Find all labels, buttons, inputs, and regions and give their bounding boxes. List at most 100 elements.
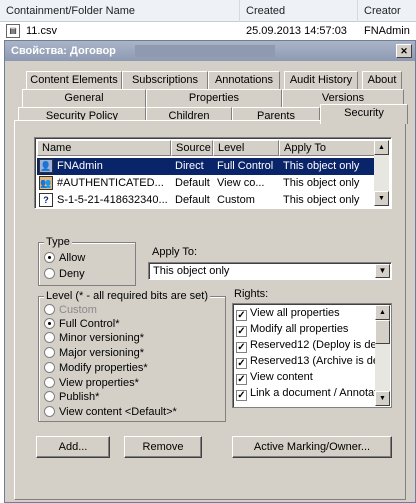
radio-icon — [44, 362, 55, 373]
permission-source: Direct — [175, 160, 204, 172]
permission-apply-to: This object only — [283, 194, 360, 206]
right-checkbox[interactable]: ✓ Reserved13 (Archive is dep — [236, 353, 385, 369]
scroll-up-icon[interactable]: ▲ — [374, 140, 389, 155]
right-label: Reserved12 (Deploy is dep — [250, 339, 383, 351]
rights-scrollbar[interactable]: ▲ ▼ — [375, 305, 390, 406]
background-list-row[interactable]: ▤ 11.csv 25.09.2013 14:57:03 FNAdmin — [0, 22, 416, 40]
radio-icon — [44, 268, 55, 279]
list-scrollbar[interactable]: ▲ ▼ — [374, 140, 389, 206]
level-option-label: Full Control* — [59, 318, 120, 330]
level-option-label: View content <Default>* — [59, 406, 177, 418]
level-option-label: Publish* — [59, 391, 100, 403]
type-group-label: Type — [44, 236, 72, 248]
tab-security[interactable]: Security — [320, 104, 408, 124]
chevron-down-icon[interactable]: ▼ — [375, 264, 390, 278]
apply-to-label: Apply To: — [152, 246, 198, 258]
radio-icon — [44, 406, 55, 417]
permission-row[interactable]: 👥 #AUTHENTICATED... Default View co... T… — [37, 175, 375, 192]
apply-to-value: This object only — [153, 265, 230, 277]
checkbox-checked-icon: ✓ — [236, 310, 247, 321]
level-radio-publish[interactable]: Publish* — [44, 390, 99, 404]
active-marking-owner-button[interactable]: Active Marking/Owner... — [232, 436, 392, 458]
level-radio-minor-versioning[interactable]: Minor versioning* — [44, 331, 144, 345]
right-label: Link a document / Annotat — [250, 387, 378, 399]
allow-label: Allow — [59, 252, 86, 264]
level-radio-modify-properties[interactable]: Modify properties* — [44, 361, 148, 375]
checkbox-checked-icon: ✓ — [236, 390, 247, 401]
rights-list[interactable]: ✓ View all properties ✓ Modify all propert… — [232, 303, 392, 408]
file-name: 11.csv — [26, 25, 57, 37]
scroll-down-icon[interactable]: ▼ — [374, 191, 389, 206]
right-checkbox[interactable]: ✓ View all properties — [236, 305, 340, 321]
permission-level: View co... — [217, 177, 265, 189]
right-checkbox[interactable]: ✓ Reserved12 (Deploy is dep — [236, 337, 383, 353]
remove-button[interactable]: Remove — [124, 436, 202, 458]
permission-row[interactable]: 👤 FNAdmin Direct Full Control This objec… — [37, 158, 375, 175]
column-header-name[interactable]: Name — [37, 140, 171, 156]
radio-icon — [44, 391, 55, 402]
radio-icon — [44, 377, 55, 388]
level-option-label: View properties* — [59, 377, 139, 389]
level-radio-view-content[interactable]: View content <Default>* — [44, 405, 177, 419]
column-header-level[interactable]: Level — [213, 140, 279, 156]
permission-source: Default — [175, 194, 210, 206]
add-button[interactable]: Add... — [36, 436, 110, 458]
tab-about[interactable]: About — [362, 71, 402, 89]
level-radio-view-properties[interactable]: View properties* — [44, 376, 139, 390]
tab-subscriptions[interactable]: Subscriptions — [122, 71, 208, 89]
radio-selected-icon — [44, 318, 55, 329]
apply-to-select[interactable]: This object only ▼ — [148, 262, 392, 280]
allow-radio[interactable]: Allow — [44, 251, 85, 265]
permission-apply-to: This object only — [283, 160, 360, 172]
permission-row[interactable]: ? S-1-5-21-418632340... Default Custom T… — [37, 192, 375, 208]
column-header-creator[interactable]: Creator — [358, 0, 416, 22]
close-icon[interactable]: ✕ — [396, 44, 412, 58]
column-header-source[interactable]: Source — [171, 140, 213, 156]
column-header-name[interactable]: Containment/Folder Name — [0, 0, 240, 22]
checkbox-checked-icon: ✓ — [236, 326, 247, 337]
tab-properties[interactable]: Properties — [146, 89, 282, 107]
level-radio-full-control[interactable]: Full Control* — [44, 317, 120, 331]
dialog-titlebar[interactable]: Свойства: Договор ✕ — [5, 41, 415, 61]
tab-annotations[interactable]: Annotations — [208, 71, 280, 89]
scroll-up-icon[interactable]: ▲ — [375, 305, 390, 320]
file-creator: FNAdmin — [364, 25, 410, 37]
file-created: 25.09.2013 14:57:03 — [246, 25, 347, 37]
scroll-down-icon[interactable]: ▼ — [375, 391, 390, 406]
right-checkbox[interactable]: ✓ View content — [236, 369, 313, 385]
right-label: View all properties — [250, 307, 340, 319]
right-label: Modify all properties — [250, 323, 349, 335]
column-header-apply-to[interactable]: Apply To — [279, 140, 375, 156]
scroll-thumb[interactable] — [375, 320, 390, 344]
right-checkbox[interactable]: ✓ Modify all properties — [236, 321, 348, 337]
checkbox-checked-icon: ✓ — [236, 374, 247, 385]
permission-name: FNAdmin — [57, 160, 103, 172]
level-option-label: Modify properties* — [59, 362, 148, 374]
right-checkbox[interactable]: ✓ Link a document / Annotat — [236, 385, 377, 401]
deny-radio[interactable]: Deny — [44, 267, 85, 281]
tab-content-elements[interactable]: Content Elements — [26, 71, 122, 89]
tab-audit-history[interactable]: Audit History — [284, 71, 358, 89]
checkbox-checked-icon: ✓ — [236, 342, 247, 353]
level-group-label: Level (* - all required bits are set) — [44, 290, 211, 302]
level-option-label: Major versioning* — [59, 347, 144, 359]
permission-source: Default — [175, 177, 210, 189]
column-header-created[interactable]: Created — [240, 0, 358, 22]
dialog-title: Свойства: Договор — [11, 45, 116, 57]
rights-label: Rights: — [234, 288, 269, 300]
level-option-label: Minor versioning* — [59, 332, 144, 344]
checkbox-checked-icon: ✓ — [236, 358, 247, 369]
unknown-sid-icon: ? — [39, 193, 53, 207]
permission-name: S-1-5-21-418632340... — [57, 194, 168, 206]
permissions-list[interactable]: Name Source Level Apply To 👤 FNAdmin Dir… — [34, 137, 392, 209]
deny-label: Deny — [59, 268, 85, 280]
right-label: View content — [250, 371, 313, 383]
user-icon: 👤 — [39, 159, 53, 173]
level-radio-custom[interactable]: Custom — [44, 303, 97, 317]
radio-icon — [44, 332, 55, 343]
level-radio-major-versioning[interactable]: Major versioning* — [44, 346, 144, 360]
permission-level: Full Control — [217, 160, 274, 172]
tab-general[interactable]: General — [22, 89, 146, 107]
group-icon: 👥 — [39, 176, 53, 190]
permission-level: Custom — [217, 194, 255, 206]
